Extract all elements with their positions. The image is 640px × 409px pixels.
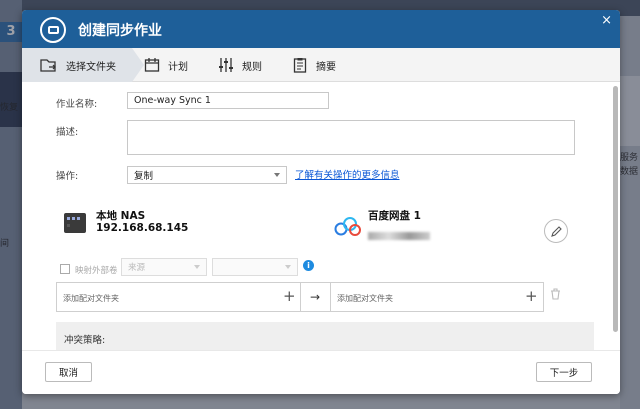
step-label: 计划 — [168, 61, 188, 73]
nas-icon — [64, 213, 86, 233]
edit-destination-button[interactable] — [544, 219, 568, 243]
baidu-netdisk-icon — [334, 217, 361, 236]
destination-title: 百度网盘 1 — [368, 210, 421, 222]
info-icon[interactable]: i — [303, 260, 314, 271]
plus-icon[interactable]: + — [283, 287, 296, 305]
sliders-icon — [219, 58, 233, 72]
add-remote-folder-label: 添加配对文件夹 — [337, 294, 393, 303]
operation-select[interactable]: 复制 — [127, 166, 287, 184]
map-external-volume-checkbox[interactable] — [60, 264, 70, 274]
trash-icon[interactable] — [550, 288, 561, 300]
edit-icon — [550, 225, 562, 237]
source-volume-value: 来源 — [128, 263, 146, 273]
step-label: 规则 — [242, 61, 262, 73]
destination-account-redacted — [368, 232, 430, 240]
chevron-down-icon — [194, 265, 200, 269]
step-rules[interactable]: 规则 — [218, 48, 262, 82]
step-arrow — [132, 48, 144, 82]
local-folder-pair-box[interactable]: 添加配对文件夹 + — [56, 282, 301, 312]
dialog-title-bar: 创建同步作业 × — [22, 10, 620, 48]
scrollbar[interactable] — [613, 86, 618, 332]
source-address: 192.168.68.145 — [96, 222, 189, 234]
add-local-folder-label: 添加配对文件夹 — [63, 294, 119, 303]
description-label: 描述: — [56, 127, 79, 138]
description-input[interactable] — [127, 120, 575, 155]
step-select-folder[interactable]: 选择文件夹 — [22, 48, 132, 82]
chevron-down-icon — [274, 173, 280, 177]
job-name-label: 作业名称: — [56, 99, 98, 110]
calendar-icon — [144, 58, 160, 72]
cancel-button[interactable]: 取消 — [45, 362, 92, 382]
target-volume-select[interactable] — [212, 258, 298, 276]
step-label: 选择文件夹 — [66, 61, 116, 73]
map-external-volume-label: 映射外部卷 — [75, 266, 118, 276]
source-volume-select[interactable]: 来源 — [121, 258, 207, 276]
operation-label: 操作: — [56, 171, 79, 182]
plus-icon[interactable]: + — [525, 287, 538, 305]
folder-sync-icon — [40, 59, 56, 72]
chevron-down-icon — [285, 265, 291, 269]
create-sync-job-dialog: 创建同步作业 × 选择文件夹 计划 规则 摘要 作业名称: One-way Sy… — [22, 10, 620, 394]
job-name-input[interactable]: One-way Sync 1 — [127, 92, 329, 109]
dialog-footer — [22, 350, 620, 394]
operation-info-link[interactable]: 了解有关操作的更多信息 — [295, 167, 400, 181]
source-title: 本地 NAS — [96, 210, 146, 222]
next-button[interactable]: 下一步 — [536, 362, 592, 382]
remote-folder-pair-box[interactable]: 添加配对文件夹 + — [330, 282, 544, 312]
close-icon[interactable]: × — [601, 13, 612, 28]
step-label: 摘要 — [316, 61, 336, 73]
conflict-policy-title: 冲突策略: — [64, 335, 106, 346]
step-schedule[interactable]: 计划 — [144, 48, 188, 82]
step-summary[interactable]: 摘要 — [292, 48, 336, 82]
clipboard-icon — [293, 58, 307, 73]
operation-value: 复制 — [134, 171, 154, 182]
sync-job-icon — [40, 17, 66, 43]
dialog-title: 创建同步作业 — [78, 23, 162, 39]
wizard-steps: 选择文件夹 计划 规则 摘要 — [22, 48, 620, 82]
arrow-right-icon: → — [300, 282, 330, 312]
